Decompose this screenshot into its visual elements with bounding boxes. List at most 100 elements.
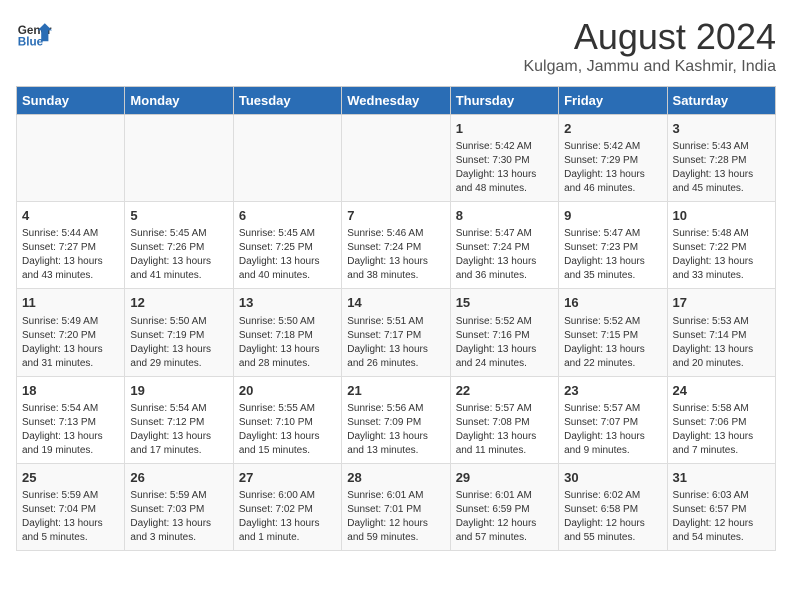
day-info: Sunrise: 6:01 AM Sunset: 7:01 PM Dayligh…: [347, 489, 444, 545]
day-info: Sunrise: 5:45 AM Sunset: 7:25 PM Dayligh…: [239, 227, 336, 283]
day-number: 24: [673, 382, 770, 400]
calendar-cell: 26 Sunrise: 5:59 AM Sunset: 7:03 PM Dayli…: [125, 463, 233, 550]
title-block: August 2024 Kulgam, Jammu and Kashmir, I…: [523, 16, 776, 76]
calendar-cell: 7Sunrise: 5:46 AM Sunset: 7:24 PM Daylig…: [342, 202, 450, 289]
day-number: 13: [239, 294, 336, 312]
calendar-cell: 25 Sunrise: 5:59 AM Sunset: 7:04 PM Dayli…: [17, 463, 125, 550]
day-number: 22: [456, 382, 553, 400]
day-info: Sunrise: 5:59 AM Sunset: 7:04 PM Dayligh…: [22, 489, 119, 545]
day-info: Sunrise: 5:50 AM Sunset: 7:19 PM Dayligh…: [130, 315, 227, 371]
day-number: 5: [130, 207, 227, 225]
calendar-cell: 2 Sunrise: 5:42 AM Sunset: 7:29 PM Daylig…: [559, 115, 667, 202]
calendar-cell: [17, 115, 125, 202]
day-info: Sunrise: 5:54 AM Sunset: 7:12 PM Dayligh…: [130, 402, 227, 458]
subtitle: Kulgam, Jammu and Kashmir, India: [523, 58, 776, 76]
day-info: Sunrise: 5:44 AM Sunset: 7:27 PM Dayligh…: [22, 227, 119, 283]
day-info: Sunrise: 5:57 AM Sunset: 7:07 PM Dayligh…: [564, 402, 661, 458]
week-row-4: 18 Sunrise: 5:54 AM Sunset: 7:13 PM Dayli…: [17, 376, 776, 463]
day-number: 26: [130, 469, 227, 487]
calendar-cell: 29Sunrise: 6:01 AM Sunset: 6:59 PM Dayli…: [450, 463, 558, 550]
calendar-cell: 28Sunrise: 6:01 AM Sunset: 7:01 PM Dayli…: [342, 463, 450, 550]
header-row: SundayMondayTuesdayWednesdayThursdayFrid…: [17, 87, 776, 115]
day-info: Sunrise: 5:59 AM Sunset: 7:03 PM Dayligh…: [130, 489, 227, 545]
day-number: 23: [564, 382, 661, 400]
header-day-wednesday: Wednesday: [342, 87, 450, 115]
calendar-cell: 18 Sunrise: 5:54 AM Sunset: 7:13 PM Dayli…: [17, 376, 125, 463]
day-info: Sunrise: 5:50 AM Sunset: 7:18 PM Dayligh…: [239, 315, 336, 371]
day-number: 19: [130, 382, 227, 400]
calendar-body: 1 Sunrise: 5:42 AM Sunset: 7:30 PM Daylig…: [17, 115, 776, 551]
calendar-cell: 22 Sunrise: 5:57 AM Sunset: 7:08 PM Dayli…: [450, 376, 558, 463]
logo-icon: General Blue: [16, 16, 52, 52]
calendar-header: SundayMondayTuesdayWednesdayThursdayFrid…: [17, 87, 776, 115]
calendar-table: SundayMondayTuesdayWednesdayThursdayFrid…: [16, 86, 776, 551]
calendar-cell: 8 Sunrise: 5:47 AM Sunset: 7:24 PM Daylig…: [450, 202, 558, 289]
calendar-cell: 4 Sunrise: 5:44 AM Sunset: 7:27 PM Daylig…: [17, 202, 125, 289]
day-number: 1: [456, 120, 553, 138]
main-title: August 2024: [523, 16, 776, 58]
day-info: Sunrise: 5:54 AM Sunset: 7:13 PM Dayligh…: [22, 402, 119, 458]
day-number: 18: [22, 382, 119, 400]
day-number: 8: [456, 207, 553, 225]
day-number: 17: [673, 294, 770, 312]
calendar-cell: 13 Sunrise: 5:50 AM Sunset: 7:18 PM Dayli…: [233, 289, 341, 376]
calendar-cell: 30 Sunrise: 6:02 AM Sunset: 6:58 PM Dayli…: [559, 463, 667, 550]
day-info: Sunrise: 5:45 AM Sunset: 7:26 PM Dayligh…: [130, 227, 227, 283]
calendar-cell: [342, 115, 450, 202]
calendar-cell: 11 Sunrise: 5:49 AM Sunset: 7:20 PM Dayli…: [17, 289, 125, 376]
calendar-cell: 23 Sunrise: 5:57 AM Sunset: 7:07 PM Dayli…: [559, 376, 667, 463]
day-info: Sunrise: 5:52 AM Sunset: 7:16 PM Dayligh…: [456, 315, 553, 371]
day-info: Sunrise: 6:00 AM Sunset: 7:02 PM Dayligh…: [239, 489, 336, 545]
calendar-cell: [233, 115, 341, 202]
page-header: General Blue August 2024 Kulgam, Jammu a…: [16, 16, 776, 76]
week-row-1: 1 Sunrise: 5:42 AM Sunset: 7:30 PM Daylig…: [17, 115, 776, 202]
calendar-cell: 6 Sunrise: 5:45 AM Sunset: 7:25 PM Daylig…: [233, 202, 341, 289]
day-number: 27: [239, 469, 336, 487]
day-number: 10: [673, 207, 770, 225]
day-number: 15: [456, 294, 553, 312]
calendar-cell: 20 Sunrise: 5:55 AM Sunset: 7:10 PM Dayli…: [233, 376, 341, 463]
day-info: Sunrise: 5:47 AM Sunset: 7:23 PM Dayligh…: [564, 227, 661, 283]
calendar-cell: 1 Sunrise: 5:42 AM Sunset: 7:30 PM Daylig…: [450, 115, 558, 202]
day-number: 7: [347, 207, 444, 225]
day-info: Sunrise: 5:57 AM Sunset: 7:08 PM Dayligh…: [456, 402, 553, 458]
day-number: 4: [22, 207, 119, 225]
day-number: 16: [564, 294, 661, 312]
day-info: Sunrise: 5:49 AM Sunset: 7:20 PM Dayligh…: [22, 315, 119, 371]
day-info: Sunrise: 5:42 AM Sunset: 7:29 PM Dayligh…: [564, 140, 661, 196]
header-day-sunday: Sunday: [17, 87, 125, 115]
day-info: Sunrise: 5:51 AM Sunset: 7:17 PM Dayligh…: [347, 315, 444, 371]
calendar-cell: 16Sunrise: 5:52 AM Sunset: 7:15 PM Dayli…: [559, 289, 667, 376]
calendar-cell: 21Sunrise: 5:56 AM Sunset: 7:09 PM Dayli…: [342, 376, 450, 463]
header-day-monday: Monday: [125, 87, 233, 115]
day-number: 6: [239, 207, 336, 225]
day-number: 9: [564, 207, 661, 225]
day-number: 30: [564, 469, 661, 487]
logo: General Blue: [16, 16, 52, 52]
day-number: 11: [22, 294, 119, 312]
day-number: 20: [239, 382, 336, 400]
calendar-cell: 12 Sunrise: 5:50 AM Sunset: 7:19 PM Dayli…: [125, 289, 233, 376]
week-row-3: 11 Sunrise: 5:49 AM Sunset: 7:20 PM Dayli…: [17, 289, 776, 376]
day-info: Sunrise: 5:47 AM Sunset: 7:24 PM Dayligh…: [456, 227, 553, 283]
calendar-cell: 24Sunrise: 5:58 AM Sunset: 7:06 PM Dayli…: [667, 376, 775, 463]
header-day-saturday: Saturday: [667, 87, 775, 115]
day-info: Sunrise: 5:56 AM Sunset: 7:09 PM Dayligh…: [347, 402, 444, 458]
calendar-cell: 15 Sunrise: 5:52 AM Sunset: 7:16 PM Dayli…: [450, 289, 558, 376]
day-info: Sunrise: 5:42 AM Sunset: 7:30 PM Dayligh…: [456, 140, 553, 196]
day-info: Sunrise: 5:55 AM Sunset: 7:10 PM Dayligh…: [239, 402, 336, 458]
day-number: 25: [22, 469, 119, 487]
header-day-thursday: Thursday: [450, 87, 558, 115]
day-number: 2: [564, 120, 661, 138]
calendar-cell: 17Sunrise: 5:53 AM Sunset: 7:14 PM Dayli…: [667, 289, 775, 376]
calendar-cell: 19 Sunrise: 5:54 AM Sunset: 7:12 PM Dayli…: [125, 376, 233, 463]
day-number: 12: [130, 294, 227, 312]
day-number: 14: [347, 294, 444, 312]
header-day-tuesday: Tuesday: [233, 87, 341, 115]
header-day-friday: Friday: [559, 87, 667, 115]
day-info: Sunrise: 6:02 AM Sunset: 6:58 PM Dayligh…: [564, 489, 661, 545]
day-info: Sunrise: 5:43 AM Sunset: 7:28 PM Dayligh…: [673, 140, 770, 196]
day-info: Sunrise: 6:01 AM Sunset: 6:59 PM Dayligh…: [456, 489, 553, 545]
day-number: 31: [673, 469, 770, 487]
calendar-cell: 27 Sunrise: 6:00 AM Sunset: 7:02 PM Dayli…: [233, 463, 341, 550]
